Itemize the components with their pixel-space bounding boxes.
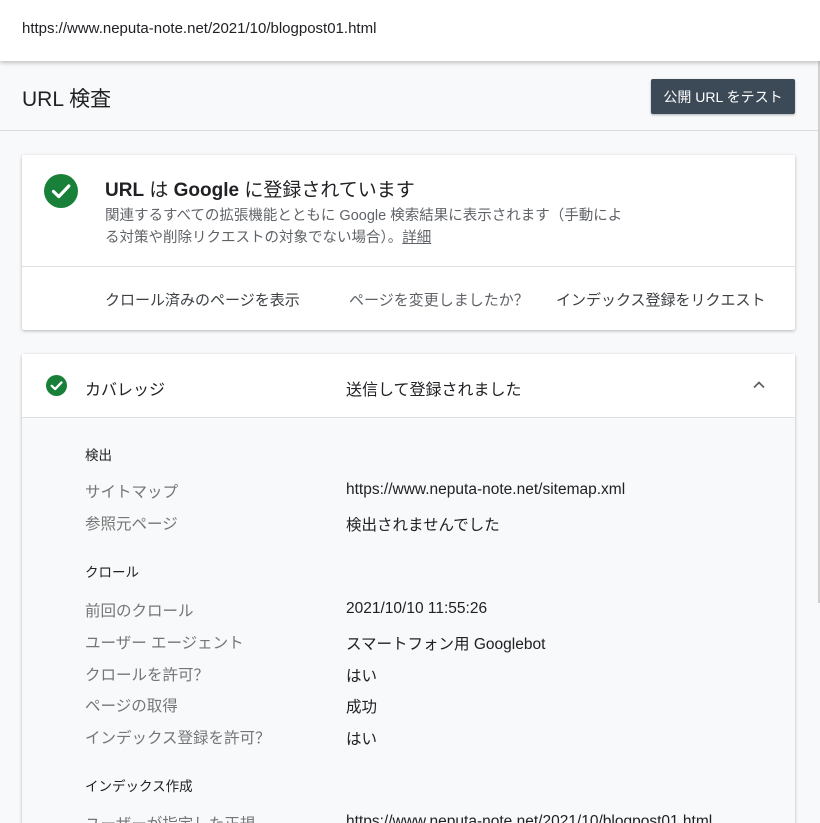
row-value-user-agent: スマートフォン用 Googlebot [346,636,546,653]
request-indexing-link[interactable]: インデックス登録をリクエスト [556,289,766,310]
coverage-card: カバレッジ 送信して登録されました 検出 サイトマップ https://www.… [22,354,795,823]
row-value-sitemap: https://www.neputa-note.net/sitemap.xml [346,481,626,498]
status-description-line1: 関連するすべての拡張機能とともに Google 検索結果に表示されます（手動によ [105,208,623,224]
row-label-user-agent: ユーザー エージェント [85,635,244,652]
details-link[interactable]: 詳細 [402,230,431,246]
status-description: 関連するすべての拡張機能とともに Google 検索結果に表示されます（手動によ… [105,205,685,249]
address-bar[interactable]: https://www.neputa-note.net/2021/10/blog… [0,0,820,61]
check-circle-icon [46,375,67,396]
row-label-last-crawl: 前回のクロール [85,603,194,620]
coverage-status: 送信して登録されました [346,382,522,399]
url-text[interactable]: https://www.neputa-note.net/2021/10/blog… [22,20,376,37]
status-title-ha: は [144,180,174,201]
row-label-sitemap: サイトマップ [85,484,179,501]
status-title-url: URL [105,180,145,201]
row-label-page-fetch: ページの取得 [85,698,178,715]
status-title-google: Google [173,180,240,201]
section-title-crawl: クロール [85,565,139,580]
row-value-referring-page: 検出されませんでした [346,517,500,534]
row-value-last-crawl: 2021/10/10 11:55:26 [346,600,488,617]
page-changed-question: ページを変更しましたか？ [349,292,529,309]
status-summary: URL は Google に登録されています 関連するすべての拡張機能とともに … [22,155,795,267]
status-description-line2: る対策や削除リクエストの対象でない場合）。 [105,230,403,246]
coverage-label: カバレッジ [85,382,166,399]
check-circle-icon [44,174,78,208]
row-value-user-canonical: https://www.neputa-note.net/2021/10/blog… [346,813,713,823]
status-title: URL は Google に登録されています [105,175,415,202]
section-title-discovery: 検出 [85,448,112,463]
row-label-user-canonical: ユーザーが指定した正規 [85,812,255,823]
row-label-indexing-allowed: インデックス登録を許可？ [85,730,271,747]
row-value-indexing-allowed: はい [346,731,378,748]
section-title-indexing: インデックス作成 [85,779,193,794]
chevron-up-icon[interactable] [752,378,766,392]
status-card: URL は Google に登録されています 関連するすべての拡張機能とともに … [22,155,795,330]
status-title-rest: に登録されています [239,180,415,201]
row-value-crawl-allowed: はい [346,668,378,685]
row-value-page-fetch: 成功 [346,699,378,716]
view-crawled-page-link[interactable]: クロール済みのページを表示 [105,289,300,310]
page-title: URL 検査 [22,88,112,111]
coverage-header[interactable]: カバレッジ 送信して登録されました [22,354,795,418]
row-label-crawl-allowed: クロールを許可？ [85,667,210,684]
coverage-details: 検出 サイトマップ https://www.neputa-note.net/si… [22,418,795,823]
test-live-url-button[interactable]: 公開 URL をテスト [651,79,795,114]
page-header: URL 検査 公開 URL をテスト [0,61,820,131]
row-label-referring-page: 参照元ページ [85,516,178,533]
